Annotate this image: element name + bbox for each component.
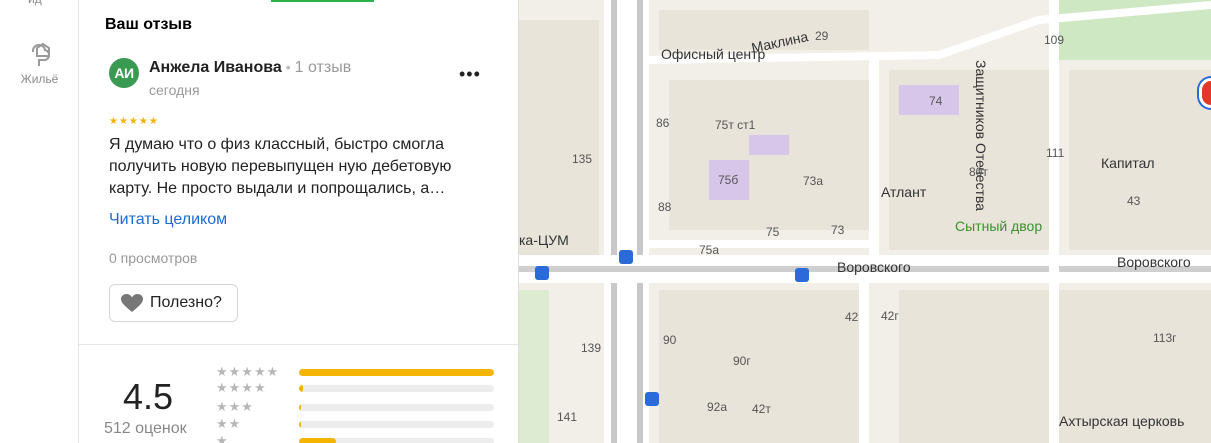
- map-house-number: 75а: [699, 243, 720, 257]
- author-name[interactable]: Анжела Иванова: [149, 59, 282, 76]
- read-more-link[interactable]: Читать целиком: [109, 211, 227, 229]
- map[interactable]: Маклина Защитников Отечества Воровского …: [519, 0, 1211, 443]
- review-date: сегодня: [149, 82, 200, 98]
- map-house-number: 90г: [733, 354, 751, 368]
- map-house-number: 29: [815, 29, 829, 43]
- active-tab-indicator: [271, 0, 374, 2]
- distribution-bar: [299, 369, 494, 376]
- map-poi-label[interactable]: Офисный центр: [661, 46, 765, 62]
- map-house-number: 109: [1044, 33, 1065, 47]
- rail-top-label: ид: [28, 0, 42, 6]
- map-house-number: 80т: [969, 165, 988, 179]
- map-poi-label[interactable]: Ахтырская церковь: [1059, 413, 1184, 429]
- rating-value: 4.5: [123, 376, 174, 417]
- map-house-number: 42т: [752, 402, 771, 416]
- map-house-number: 139: [581, 341, 602, 355]
- review-text: Я думаю что о физ классный, быстро смогл…: [109, 136, 452, 197]
- review-panel: Ваш отзыв АИ Анжела Иванова • 1 отзыв сего…: [79, 0, 519, 443]
- rating-count: 512 оценок: [104, 420, 187, 437]
- map-house-number: 113г: [1153, 331, 1177, 345]
- map-house-number: 135: [572, 152, 593, 166]
- map-poi-label[interactable]: Атлант: [881, 184, 926, 200]
- distribution-fill: [299, 404, 301, 411]
- map-house-number: 74: [929, 94, 943, 108]
- map-house-number: 86: [656, 116, 670, 130]
- distribution-stars: ★★: [216, 416, 242, 431]
- review-stars: ★★★★★: [109, 116, 159, 127]
- distribution-fill: [299, 438, 337, 443]
- distribution-bar: [299, 385, 494, 392]
- distribution-bar: [299, 438, 494, 443]
- map-house-number: 111: [1046, 146, 1065, 160]
- distribution-bar: [299, 421, 494, 428]
- section-title: Ваш отзыв: [105, 16, 192, 33]
- distribution-stars: ★: [216, 433, 229, 443]
- map-street-label: Защитников Отечества: [973, 60, 989, 211]
- distribution-stars: ★★★★: [216, 380, 267, 395]
- separator-dot: •: [285, 59, 291, 75]
- distribution-fill: [299, 385, 303, 392]
- rail-item-housing[interactable]: Жильё: [0, 38, 79, 86]
- map-house-number: 88: [658, 200, 672, 214]
- map-house-number: 73а: [803, 174, 824, 188]
- heart-icon: [121, 294, 143, 312]
- divider: [79, 344, 518, 345]
- rail-item-housing-label: Жильё: [20, 72, 59, 86]
- map-street-label: Воровского: [1117, 254, 1191, 270]
- left-rail: ид Жильё: [0, 0, 79, 443]
- distribution-fill: [299, 421, 301, 428]
- author-row: Анжела Иванова • 1 отзыв: [149, 59, 351, 77]
- map-house-number: 141: [557, 410, 578, 424]
- bus-stop-icon[interactable]: [619, 250, 633, 264]
- map-poi-label[interactable]: ка-ЦУМ: [519, 232, 569, 248]
- avatar[interactable]: АИ: [109, 58, 139, 88]
- distribution-bar: [299, 404, 494, 411]
- map-poi-label[interactable]: Сытный двор: [955, 218, 1042, 234]
- map-street-label: Воровского: [837, 259, 911, 275]
- map-house-number: 73: [831, 223, 845, 237]
- bus-stop-icon[interactable]: [795, 268, 809, 282]
- views-count: 0 просмотров: [109, 250, 198, 266]
- distribution-stars: ★★★★★: [216, 364, 280, 379]
- map-house-number: 75б: [718, 173, 739, 187]
- housing-icon: [31, 42, 50, 66]
- map-house-number: 92а: [707, 400, 728, 414]
- distribution-stars: ★★★: [216, 399, 254, 414]
- bus-stop-icon[interactable]: [645, 392, 659, 406]
- map-house-number: 42г: [881, 309, 899, 323]
- map-house-number: 42: [845, 310, 859, 324]
- author-review-count: 1 отзыв: [294, 59, 352, 76]
- useful-button[interactable]: Полезно?: [109, 284, 238, 322]
- map-house-number: 75: [766, 225, 780, 239]
- map-house-number: 90: [663, 333, 677, 347]
- bus-stop-icon[interactable]: [535, 266, 549, 280]
- map-poi-label[interactable]: Капитал: [1101, 155, 1155, 171]
- location-pin-icon[interactable]: [1199, 78, 1211, 108]
- useful-button-label: Полезно?: [150, 294, 222, 311]
- map-house-number: 43: [1127, 194, 1141, 208]
- distribution-fill: [299, 369, 494, 376]
- map-house-number: 75т ст1: [715, 118, 756, 132]
- map-canvas: [519, 0, 1211, 443]
- more-options-button[interactable]: •••: [459, 64, 481, 85]
